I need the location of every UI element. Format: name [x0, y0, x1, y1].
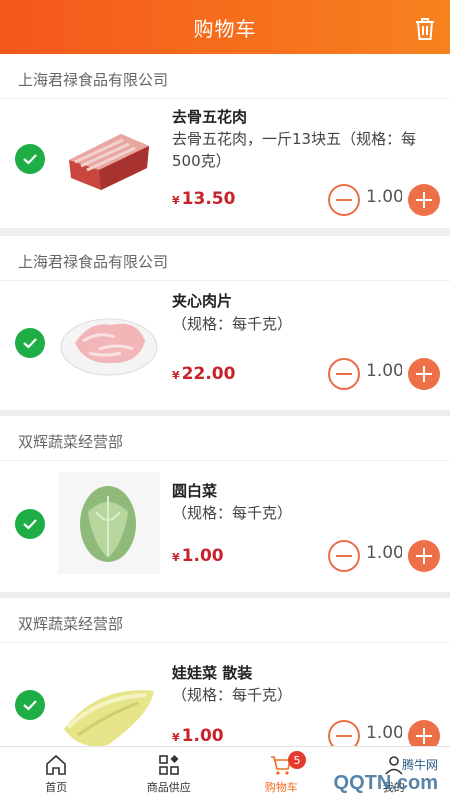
tab-products[interactable]: 商品供应: [113, 747, 226, 800]
check-icon: [23, 700, 37, 711]
cart-item: 上海君禄食品有限公司 夹心肉片 （规格：每千克） ¥22.00 1.00: [0, 236, 450, 410]
increase-button[interactable]: [408, 358, 440, 390]
decrease-button[interactable]: [328, 358, 360, 390]
quantity-value[interactable]: 1.00: [366, 723, 402, 743]
divider: [0, 98, 450, 99]
tab-label: 购物车: [264, 781, 298, 794]
product-price: ¥1.00: [172, 546, 224, 566]
check-icon: [23, 338, 37, 349]
tab-label: 商品供应: [146, 781, 191, 794]
quantity-stepper: 1.00: [328, 540, 440, 572]
item-checkbox[interactable]: [15, 144, 45, 174]
product-name: 圆白菜: [172, 482, 218, 500]
item-checkbox[interactable]: [15, 509, 45, 539]
quantity-value[interactable]: 1.00: [366, 361, 402, 381]
price-value: 1.00: [181, 546, 224, 566]
increase-button[interactable]: [408, 720, 440, 746]
tab-label: 我的: [382, 781, 405, 794]
product-desc: （规格：每千克）: [172, 504, 293, 522]
increase-button[interactable]: [408, 184, 440, 216]
tab-home[interactable]: 首页: [0, 747, 113, 800]
decrease-button[interactable]: [328, 540, 360, 572]
top-bar: 购物车: [0, 0, 450, 54]
store-name: 上海君禄食品有限公司: [18, 71, 169, 89]
bottom-tab-bar: 首页 商品供应 5 购物车 我的 腾牛网 QQTN.com: [0, 746, 450, 800]
product-desc: 去骨五花肉，一斤13块五（规格：每500克）: [172, 130, 417, 170]
cart-item: 双辉蔬菜经营部 娃娃菜 散装 （规格：每千克） ¥1.00 1.00: [0, 598, 450, 746]
cart-item: 双辉蔬菜经营部 圆白菜 （规格：每千克） ¥1.00 1.00: [0, 416, 450, 592]
store-name: 双辉蔬菜经营部: [18, 433, 124, 451]
product-name: 娃娃菜 散装: [172, 664, 253, 682]
product-image-baby-cabbage[interactable]: [58, 664, 160, 746]
price-value: 13.50: [181, 189, 236, 209]
tab-profile[interactable]: 我的: [338, 747, 450, 800]
decrease-button[interactable]: [328, 184, 360, 216]
cart-list: 上海君禄食品有限公司 去骨五花肉 去骨五花肉，一斤13块五（规格：每500克） …: [0, 54, 450, 746]
product-image-cabbage[interactable]: [58, 472, 160, 574]
quantity-value[interactable]: 1.00: [366, 543, 402, 563]
price-value: 22.00: [181, 364, 236, 384]
cart-item: 上海君禄食品有限公司 去骨五花肉 去骨五花肉，一斤13块五（规格：每500克） …: [0, 54, 450, 228]
quantity-stepper: 1.00: [328, 184, 440, 216]
store-name: 双辉蔬菜经营部: [18, 615, 124, 633]
currency-symbol: ¥: [172, 369, 180, 382]
product-price: ¥13.50: [172, 189, 235, 209]
quantity-value[interactable]: 1.00: [366, 187, 402, 207]
item-checkbox[interactable]: [15, 328, 45, 358]
currency-symbol: ¥: [172, 194, 180, 207]
increase-button[interactable]: [408, 540, 440, 572]
check-icon: [23, 519, 37, 530]
product-image-sliced-pork[interactable]: [58, 292, 160, 394]
store-name: 上海君禄食品有限公司: [18, 253, 169, 271]
cart-count-badge: 5: [288, 751, 306, 769]
divider: [0, 642, 450, 643]
item-checkbox[interactable]: [15, 690, 45, 720]
home-icon: [46, 754, 67, 775]
user-icon: [385, 756, 403, 775]
price-value: 1.00: [181, 726, 224, 746]
tab-label: 首页: [45, 781, 68, 794]
page-title: 购物车: [193, 16, 257, 41]
check-icon: [23, 154, 37, 165]
product-desc: （规格：每千克）: [172, 315, 293, 333]
grid-icon: [158, 755, 179, 775]
product-price: ¥22.00: [172, 364, 235, 384]
tab-cart[interactable]: 5 购物车: [225, 747, 338, 800]
currency-symbol: ¥: [172, 551, 180, 564]
product-name: 去骨五花肉: [172, 108, 248, 126]
divider: [0, 280, 450, 281]
product-image-pork-belly[interactable]: [58, 109, 160, 211]
product-desc: （规格：每千克）: [172, 686, 293, 704]
currency-symbol: ¥: [172, 731, 180, 744]
quantity-stepper: 1.00: [328, 358, 440, 390]
decrease-button[interactable]: [328, 720, 360, 746]
trash-icon[interactable]: [412, 16, 438, 42]
product-price: ¥1.00: [172, 726, 224, 746]
divider: [0, 460, 450, 461]
quantity-stepper: 1.00: [328, 720, 440, 746]
product-name: 夹心肉片: [172, 292, 233, 310]
